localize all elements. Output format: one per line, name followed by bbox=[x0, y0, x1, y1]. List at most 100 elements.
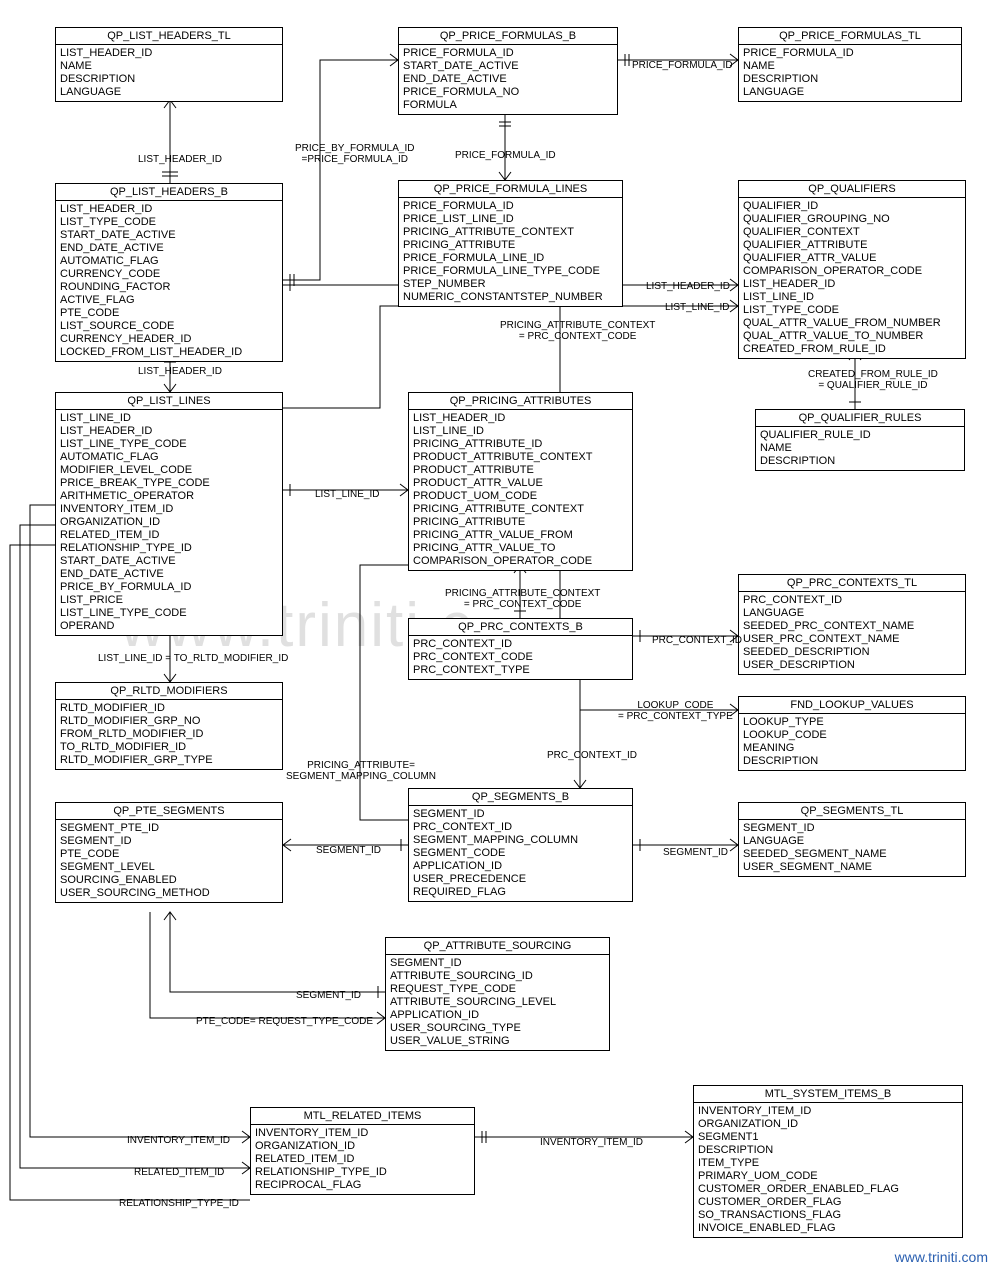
column: QUALIFIER_RULE_ID bbox=[760, 429, 960, 442]
entity-qp-rltd-modifiers: QP_RLTD_MODIFIERSRLTD_MODIFIER_IDRLTD_MO… bbox=[55, 682, 283, 770]
entity-title: QP_SEGMENTS_B bbox=[409, 789, 632, 806]
column: SEGMENT_ID bbox=[390, 957, 605, 970]
column: LIST_SOURCE_CODE bbox=[60, 320, 278, 333]
column: QUALIFIER_GROUPING_NO bbox=[743, 213, 961, 226]
column: END_DATE_ACTIVE bbox=[403, 73, 613, 86]
relationship-label: PRICE_BY_FORMULA_ID=PRICE_FORMULA_ID bbox=[295, 143, 414, 165]
entity-qp-price-formula-lines: QP_PRICE_FORMULA_LINESPRICE_FORMULA_IDPR… bbox=[398, 180, 623, 307]
entity-title: QP_PRICING_ATTRIBUTES bbox=[409, 393, 632, 410]
relationship-label: LIST_LINE_ID bbox=[665, 302, 729, 313]
column: START_DATE_ACTIVE bbox=[403, 60, 613, 73]
column: ORGANIZATION_ID bbox=[255, 1140, 470, 1153]
column: PRICE_FORMULA_LINE_TYPE_CODE bbox=[403, 265, 618, 278]
entity-columns: PRICE_FORMULA_IDNAMEDESCRIPTIONLANGUAGE bbox=[739, 45, 961, 101]
column: SEGMENT_PTE_ID bbox=[60, 822, 278, 835]
relationship-label: INVENTORY_ITEM_ID bbox=[540, 1137, 643, 1148]
column: SEEDED_SEGMENT_NAME bbox=[743, 848, 961, 861]
relationship-label: PRICING_ATTRIBUTE=SEGMENT_MAPPING_COLUMN bbox=[286, 760, 436, 782]
column: QUALIFIER_CONTEXT bbox=[743, 226, 961, 239]
entity-columns: LIST_HEADER_IDNAMEDESCRIPTIONLANGUAGE bbox=[56, 45, 282, 101]
entity-columns: LIST_HEADER_IDLIST_TYPE_CODESTART_DATE_A… bbox=[56, 201, 282, 361]
column: RLTD_MODIFIER_GRP_NO bbox=[60, 715, 278, 728]
column: USER_DESCRIPTION bbox=[743, 659, 961, 672]
column: AUTOMATIC_FLAG bbox=[60, 451, 278, 464]
column: LIST_PRICE bbox=[60, 594, 278, 607]
column: OPERAND bbox=[60, 620, 278, 633]
entity-title: QP_PRC_CONTEXTS_B bbox=[409, 619, 632, 636]
column: SEGMENT_ID bbox=[413, 808, 628, 821]
column: SEGMENT_CODE bbox=[413, 847, 628, 860]
entity-qp-list-headers-b: QP_LIST_HEADERS_BLIST_HEADER_IDLIST_TYPE… bbox=[55, 183, 283, 362]
entity-columns: PRICE_FORMULA_IDSTART_DATE_ACTIVEEND_DAT… bbox=[399, 45, 617, 114]
column: CREATED_FROM_RULE_ID bbox=[743, 343, 961, 356]
entity-columns: PRC_CONTEXT_IDPRC_CONTEXT_CODEPRC_CONTEX… bbox=[409, 636, 632, 679]
entity-title: QP_SEGMENTS_TL bbox=[739, 803, 965, 820]
column: PRIMARY_UOM_CODE bbox=[698, 1170, 958, 1183]
column: START_DATE_ACTIVE bbox=[60, 555, 278, 568]
column: ITEM_TYPE bbox=[698, 1157, 958, 1170]
column: AUTOMATIC_FLAG bbox=[60, 255, 278, 268]
column: PRICE_FORMULA_ID bbox=[743, 47, 957, 60]
column: LIST_HEADER_ID bbox=[413, 412, 628, 425]
entity-columns: SEGMENT_IDATTRIBUTE_SOURCING_IDREQUEST_T… bbox=[386, 955, 609, 1050]
relationship-label: PRICING_ATTRIBUTE_CONTEXT= PRC_CONTEXT_C… bbox=[445, 588, 600, 610]
column: ATTRIBUTE_SOURCING_LEVEL bbox=[390, 996, 605, 1009]
column: PRC_CONTEXT_CODE bbox=[413, 651, 628, 664]
column: DESCRIPTION bbox=[60, 73, 278, 86]
entity-title: QP_QUALIFIER_RULES bbox=[756, 410, 964, 427]
column: PRICE_FORMULA_ID bbox=[403, 47, 613, 60]
column: SEEDED_PRC_CONTEXT_NAME bbox=[743, 620, 961, 633]
column: INVENTORY_ITEM_ID bbox=[60, 503, 278, 516]
column: REQUEST_TYPE_CODE bbox=[390, 983, 605, 996]
relationship-label: PRICE_FORMULA_ID bbox=[632, 60, 733, 71]
column: SEGMENT_MAPPING_COLUMN bbox=[413, 834, 628, 847]
relationship-label: LOOKUP_CODE= PRC_CONTEXT_TYPE bbox=[618, 700, 733, 722]
column: LOOKUP_CODE bbox=[743, 729, 961, 742]
column: PRICING_ATTRIBUTE_ID bbox=[413, 438, 628, 451]
column: SEGMENT1 bbox=[698, 1131, 958, 1144]
entity-columns: LIST_HEADER_IDLIST_LINE_IDPRICING_ATTRIB… bbox=[409, 410, 632, 570]
column: PRICE_FORMULA_NO bbox=[403, 86, 613, 99]
column: LIST_LINE_ID bbox=[60, 412, 278, 425]
column: SEEDED_DESCRIPTION bbox=[743, 646, 961, 659]
column: DESCRIPTION bbox=[743, 755, 961, 768]
entity-title: QP_PRICE_FORMULA_LINES bbox=[399, 181, 622, 198]
column: PRICING_ATTRIBUTE_CONTEXT bbox=[403, 226, 618, 239]
entity-qp-pte-segments: QP_PTE_SEGMENTSSEGMENT_PTE_IDSEGMENT_IDP… bbox=[55, 802, 283, 903]
column: LIST_LINE_TYPE_CODE bbox=[60, 607, 278, 620]
entity-qp-price-formulas-tl: QP_PRICE_FORMULAS_TLPRICE_FORMULA_IDNAME… bbox=[738, 27, 962, 102]
column: DESCRIPTION bbox=[760, 455, 960, 468]
er-diagram-canvas: www.triniti.c bbox=[0, 0, 1000, 1271]
relationship-label: LIST_LINE_ID bbox=[315, 489, 379, 500]
column: DESCRIPTION bbox=[743, 73, 957, 86]
relationship-label: PRC_CONTEXT_ID bbox=[652, 635, 742, 646]
column: PRICING_ATTRIBUTE_CONTEXT bbox=[413, 503, 628, 516]
entity-mtl-related-items: MTL_RELATED_ITEMSINVENTORY_ITEM_IDORGANI… bbox=[250, 1107, 475, 1195]
entity-fnd-lookup-values: FND_LOOKUP_VALUESLOOKUP_TYPELOOKUP_CODEM… bbox=[738, 696, 966, 771]
entity-title: QP_PTE_SEGMENTS bbox=[56, 803, 282, 820]
column: RELATED_ITEM_ID bbox=[60, 529, 278, 542]
relationship-label: LIST_HEADER_ID bbox=[646, 281, 730, 292]
column: USER_PRC_CONTEXT_NAME bbox=[743, 633, 961, 646]
column: LIST_HEADER_ID bbox=[60, 203, 278, 216]
column: LIST_LINE_ID bbox=[413, 425, 628, 438]
column: RLTD_MODIFIER_ID bbox=[60, 702, 278, 715]
entity-columns: INVENTORY_ITEM_IDORGANIZATION_IDRELATED_… bbox=[251, 1125, 474, 1194]
entity-qp-qualifiers: QP_QUALIFIERSQUALIFIER_IDQUALIFIER_GROUP… bbox=[738, 180, 966, 359]
relationship-label: PRICE_FORMULA_ID bbox=[455, 150, 556, 161]
entity-qp-prc-contexts-b: QP_PRC_CONTEXTS_BPRC_CONTEXT_IDPRC_CONTE… bbox=[408, 618, 633, 680]
column: APPLICATION_ID bbox=[413, 860, 628, 873]
column: NAME bbox=[743, 60, 957, 73]
column: PRICE_BREAK_TYPE_CODE bbox=[60, 477, 278, 490]
column: CURRENCY_HEADER_ID bbox=[60, 333, 278, 346]
column: SEGMENT_ID bbox=[743, 822, 961, 835]
column: PRICING_ATTR_VALUE_TO bbox=[413, 542, 628, 555]
column: NAME bbox=[60, 60, 278, 73]
column: QUALIFIER_ID bbox=[743, 200, 961, 213]
column: PRODUCT_ATTRIBUTE_CONTEXT bbox=[413, 451, 628, 464]
entity-title: QP_PRC_CONTEXTS_TL bbox=[739, 575, 965, 592]
entity-title: MTL_RELATED_ITEMS bbox=[251, 1108, 474, 1125]
column: END_DATE_ACTIVE bbox=[60, 242, 278, 255]
entity-qp-pricing-attributes: QP_PRICING_ATTRIBUTESLIST_HEADER_IDLIST_… bbox=[408, 392, 633, 571]
relationship-label: LIST_HEADER_ID bbox=[138, 154, 222, 165]
